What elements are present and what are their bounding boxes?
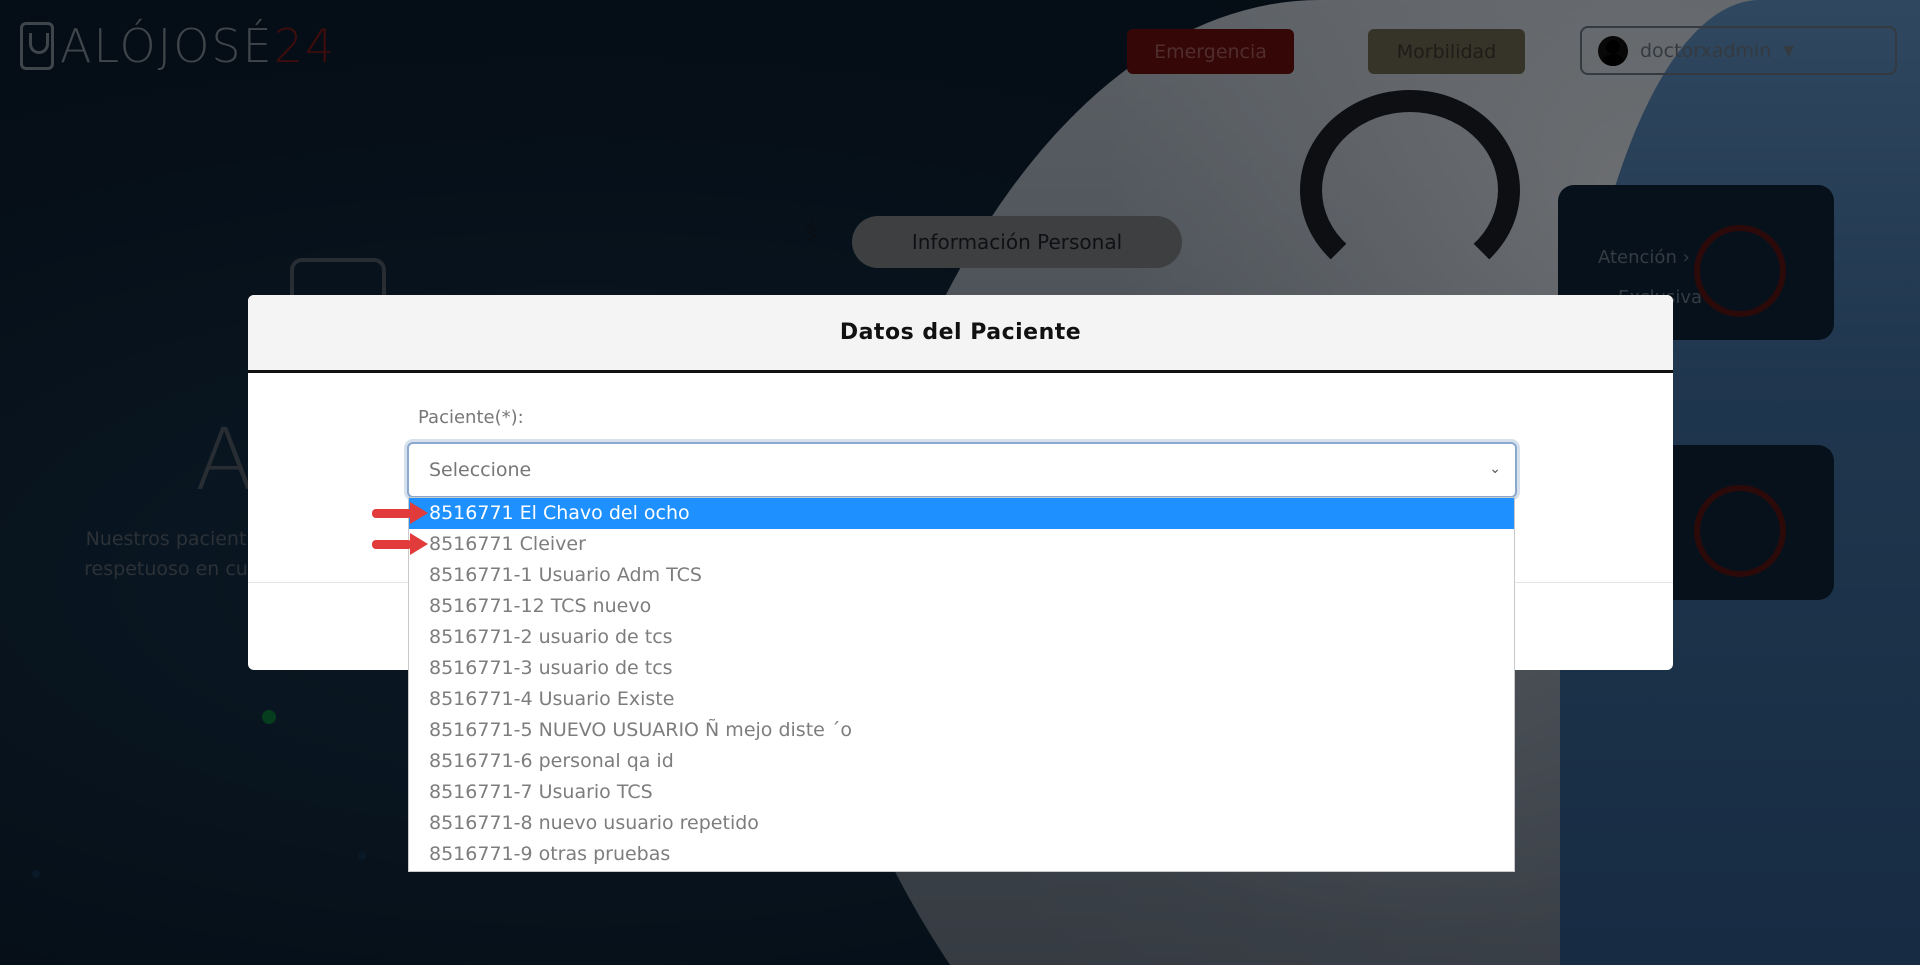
dropdown-option[interactable]: 8516771 Cleiver [409,529,1514,560]
annotation-arrow-icon [372,502,428,524]
dropdown-option[interactable]: 8516771-8 nuevo usuario repetido [409,808,1514,839]
dropdown-option[interactable]: 8516771-3 usuario de tcs [409,653,1514,684]
dropdown-option[interactable]: 8516771-2 usuario de tcs [409,622,1514,653]
patient-dropdown-list[interactable]: 8516771 El Chavo del ocho 8516771 Cleive… [408,497,1515,872]
modal-header: Datos del Paciente [248,295,1673,373]
dropdown-option[interactable]: 8516771-5 NUEVO USUARIO Ñ mejo diste ´o [409,715,1514,746]
modal-title: Datos del Paciente [839,320,1082,345]
dropdown-option[interactable]: 8516771 El Chavo del ocho [409,498,1514,529]
dropdown-option[interactable]: 8516771-6 personal qa id [409,746,1514,777]
arrow-head [410,533,428,555]
dropdown-option[interactable]: 8516771-9 otras pruebas [409,839,1514,870]
arrow-head [410,502,428,524]
arrow-shaft [372,509,412,518]
select-value: Seleccione [429,459,532,481]
patient-select[interactable]: Seleccione ⌄ [407,442,1517,498]
dropdown-option[interactable]: 8516771-7 Usuario TCS [409,777,1514,808]
dropdown-option[interactable]: 8516771-1 Usuario Adm TCS [409,560,1514,591]
annotation-arrow-icon [372,533,428,555]
dropdown-option[interactable]: 8516771-4 Usuario Existe [409,684,1514,715]
arrow-shaft [372,540,412,549]
chevron-down-icon: ⌄ [1489,461,1501,477]
dropdown-option[interactable]: 8516771-12 TCS nuevo [409,591,1514,622]
patient-field-label: Paciente(*): [418,407,524,428]
